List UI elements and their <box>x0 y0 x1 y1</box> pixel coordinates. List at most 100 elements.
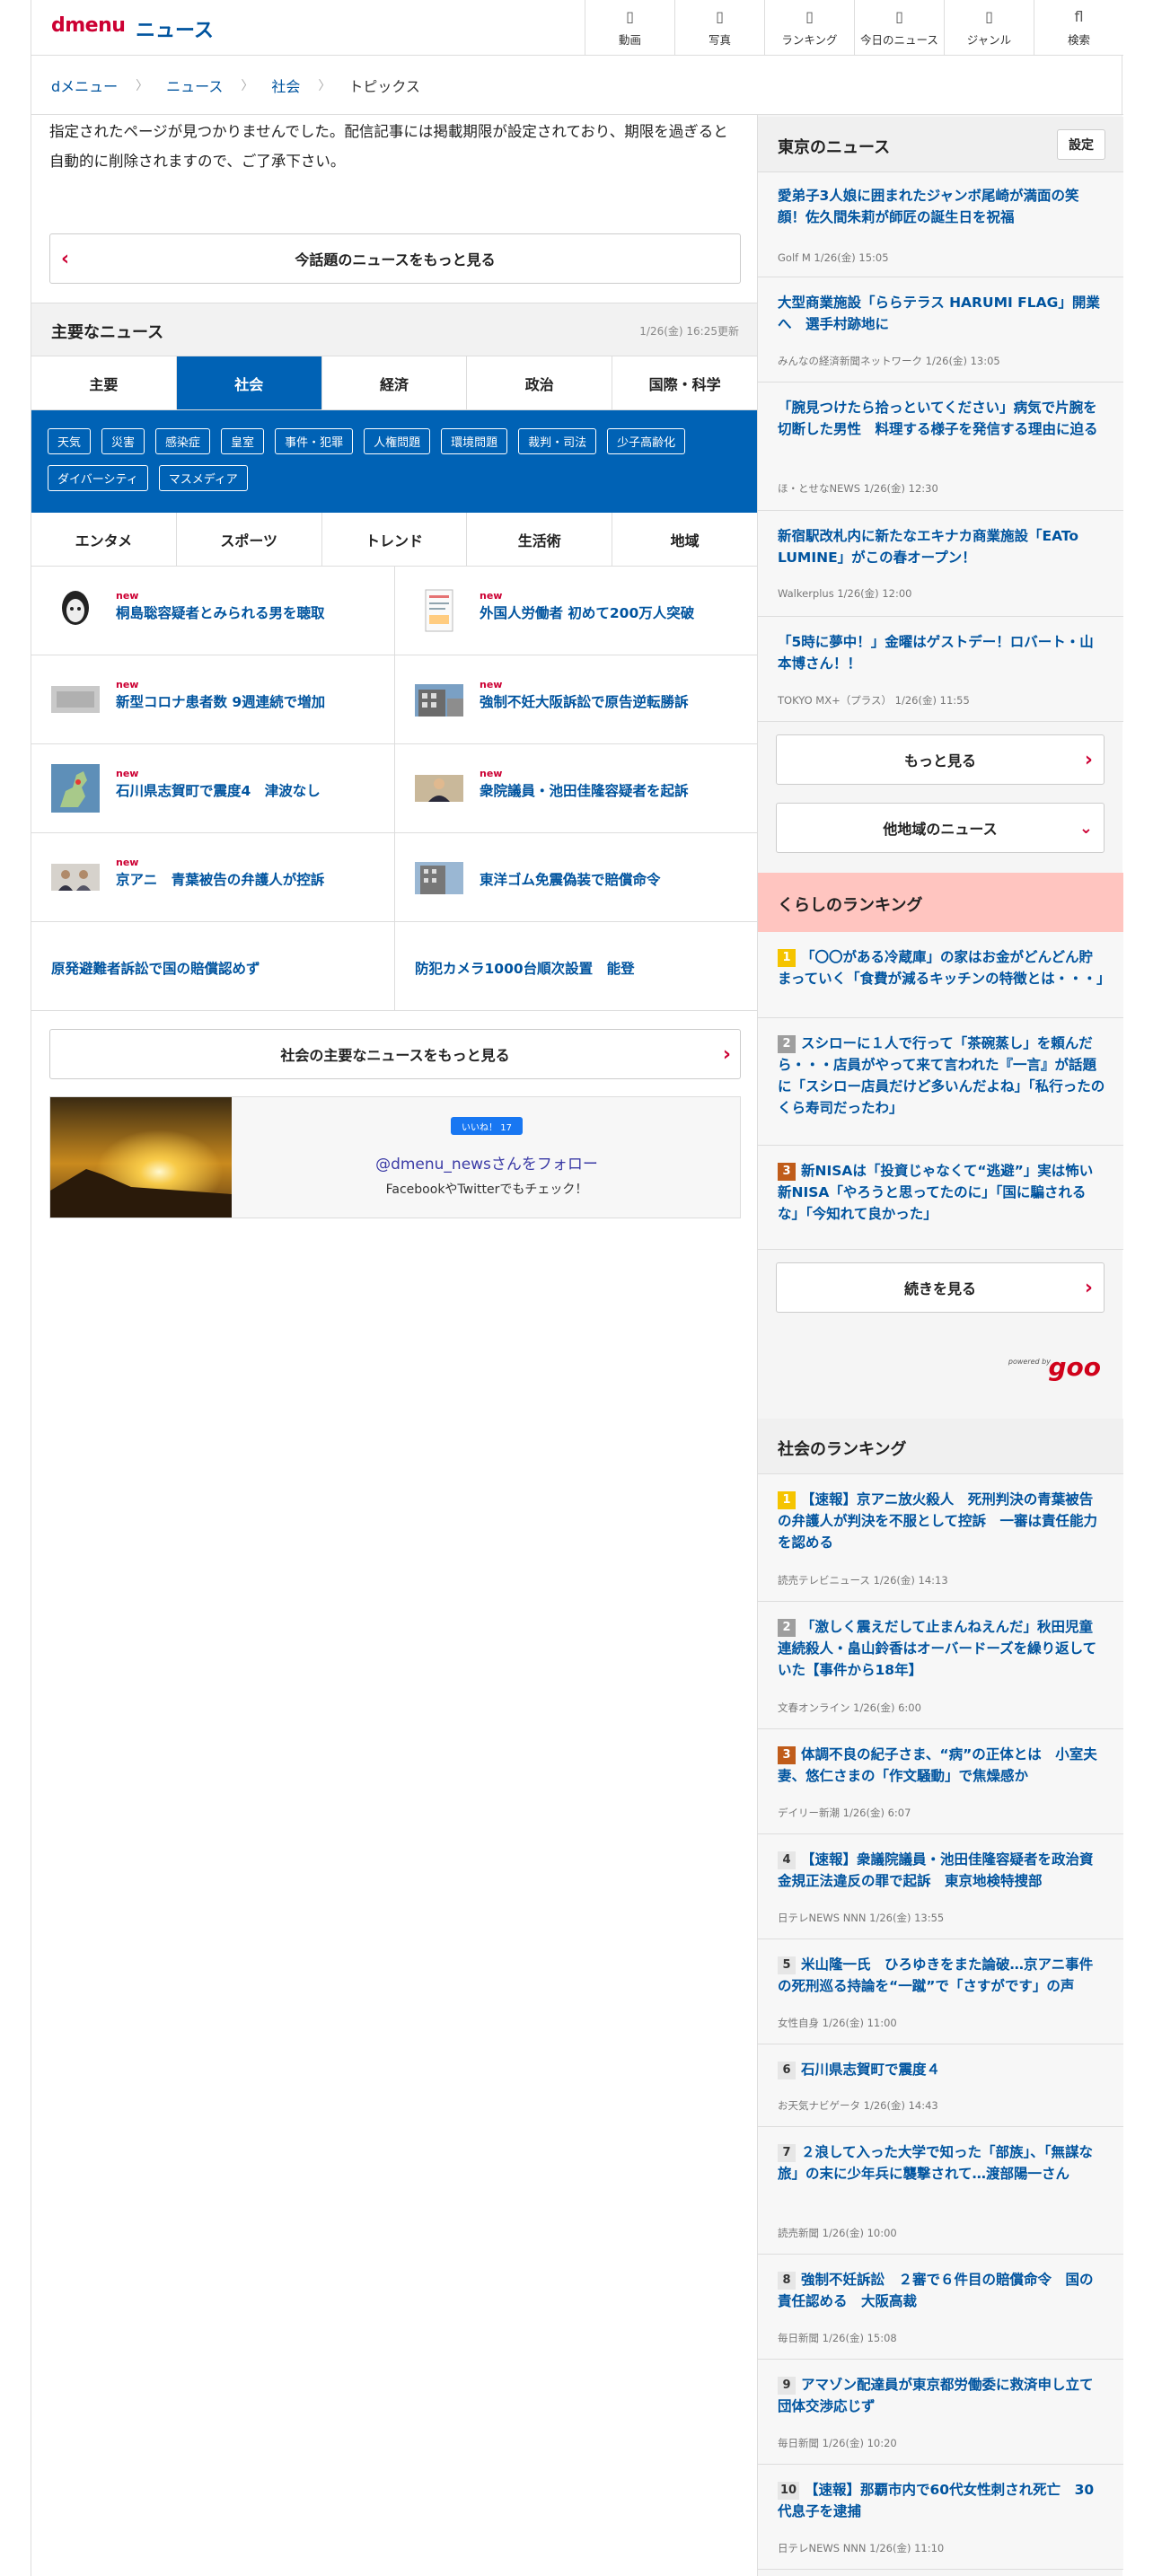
tab-politics[interactable]: 政治 <box>467 356 613 409</box>
rank-badge: 3 <box>778 1746 796 1764</box>
tokyo-news-item[interactable]: 大型商業施設「ららテラス HARUMI FLAG」開業へ 選手村跡地に みんなの… <box>758 277 1123 382</box>
tab-trend[interactable]: トレンド <box>321 513 468 566</box>
society-ranking-item[interactable]: 10 【速報】那覇市内で60代女性刺され死亡 30代息子を逮捕 日テレNEWS N… <box>758 2465 1123 2570</box>
kurashi-ranking-title: くらしのランキング <box>778 896 923 915</box>
building-thumb <box>415 862 463 894</box>
news-item[interactable]: new 外国人労働者 初めて200万人突破 <box>394 567 757 655</box>
news-source: 毎日新聞 1/26(金) 15:08 <box>778 2332 897 2344</box>
news-item[interactable]: new 桐島聡容疑者とみられる男を聴取 <box>31 567 394 655</box>
kurashi-ranking-item[interactable]: 2 スシローに１人で行って「茶碗蒸し」を頼んだら・・・店員がやって来て言われた『一… <box>758 1018 1123 1146</box>
tag-infection[interactable]: 感染症 <box>155 428 211 454</box>
rank-badge: 6 <box>778 2062 796 2079</box>
society-ranking-item[interactable]: 2 「激しく震えだして止まんねえんだ」秋田児童連続殺人・畠山鈴香はオーバードーズを… <box>758 1602 1123 1729</box>
ranking-headline: 5 米山隆一氏 ひろゆきをまた論破…京アニ事件の死刑巡る持論を“一蹴”で「さすがで… <box>778 1956 1094 1994</box>
new-badge: new <box>480 768 503 779</box>
people-thumb <box>51 864 100 891</box>
updated-time: 1/26(金) 16:25更新 <box>639 325 739 338</box>
news-headline: 衆院議員・池田佳隆容疑者を起訴 <box>480 783 689 799</box>
society-ranking-item[interactable]: 5 米山隆一氏 ひろゆきをまた論破…京アニ事件の死刑巡る持論を“一蹴”で「さすがで… <box>758 1939 1123 2044</box>
society-ranking-item[interactable]: 6 石川県志賀町で震度４ お天気ナビゲータ 1/26(金) 14:43 <box>758 2044 1123 2127</box>
tokyo-news-item[interactable]: 「5時に夢中！」金曜はゲストデー！ロバート・山本博さん！！ TOKYO MX+（… <box>758 617 1123 722</box>
tokyo-news-item[interactable]: 新宿駅改札内に新たなエキナカ商業施設「EATo LUMINE」がこの春オープン！… <box>758 511 1123 617</box>
rank-badge: 8 <box>778 2272 796 2290</box>
ranking-headline: 8 強制不妊訴訟 ２審で６件目の賠償命令 国の責任認める 大阪高裁 <box>778 2272 1094 2309</box>
follow-account-link[interactable]: @dmenu_newsさんをフォロー <box>232 1151 742 1174</box>
nav-video[interactable]: ▯ 動画 <box>585 0 674 56</box>
topics-more-button[interactable]: ‹ 今話題のニュースをもっと見る <box>49 233 741 284</box>
kurashi-ranking-item[interactable]: 1 「〇〇がある冷蔵庫」の家はお金がどんどん貯まっていく「食費が減るキッチンの特徴… <box>758 932 1123 1018</box>
chevron-right-icon: › <box>722 1042 731 1066</box>
nav-genre[interactable]: ▯ ジャンル <box>944 0 1034 56</box>
tokyo-more-button[interactable]: もっと見る › <box>776 734 1105 785</box>
society-more-button[interactable]: 社会の主要なニュースをもっと見る › <box>49 1029 741 1079</box>
kurashi-ranking-item[interactable]: 3 新NISAは「投資じゃなくて“逃避”」実は怖い新NISA「やろうと思ってたのに… <box>758 1146 1123 1250</box>
rank-badge: 2 <box>778 1619 796 1637</box>
breadcrumb-news[interactable]: ニュース <box>166 75 223 96</box>
news-item[interactable]: new 石川県志賀町で震度4 津波なし <box>31 744 394 833</box>
society-ranking-item[interactable]: 7 ２浪して入った大学で知った「部族」、「無謀な旅」の末に少年兵に襲撃されて…渡部… <box>758 2127 1123 2255</box>
search-icon: fl <box>1074 7 1084 25</box>
tag-environment[interactable]: 環境問題 <box>441 428 508 454</box>
news-item[interactable]: new 京アニ 青葉被告の弁護人が控訴 <box>31 833 394 922</box>
logo-text: dmenu <box>51 14 126 37</box>
tag-mass-media[interactable]: マスメディア <box>158 465 248 491</box>
society-ranking-item[interactable]: 9 アマゾン配達員が東京都労働委に救済申し立て 団体交渉応じず 毎日新聞 1/26… <box>758 2360 1123 2465</box>
nav-label: 動画 <box>618 32 641 47</box>
news-item[interactable]: new 衆院議員・池田佳隆容疑者を起訴 <box>394 744 757 833</box>
goo-logo[interactable]: goo <box>1048 1352 1101 1382</box>
news-headline: 愛弟子3人娘に囲まれたジャンボ尾崎が満面の笑顔！佐久間朱莉が師匠の誕生日を祝福 <box>778 188 1079 225</box>
news-item[interactable]: new 新型コロナ患者数 9週連続で増加 <box>31 655 394 744</box>
nav-today[interactable]: ▯ 今日のニュース <box>854 0 944 56</box>
society-ranking-item[interactable]: 4 【速報】衆議院議員・池田佳隆容疑者を政治資金規正法違反の罪で起訴 東京地検特捜… <box>758 1834 1123 1939</box>
rank-badge: 10 <box>778 2482 799 2500</box>
tokyo-news-item[interactable]: 愛弟子3人娘に囲まれたジャンボ尾崎が満面の笑顔！佐久間朱莉が師匠の誕生日を祝福 … <box>758 172 1123 277</box>
chevron-right-icon: 〉 <box>318 78 331 93</box>
society-ranking-item[interactable]: 1 【速報】京アニ放火殺人 死刑判決の青葉被告の弁護人が判決を不服として控訴 一審… <box>758 1474 1123 1602</box>
news-source: 読売新聞 1/26(金) 10:00 <box>778 2227 897 2239</box>
tag-weather[interactable]: 天気 <box>48 428 92 454</box>
tab-international[interactable]: 国際・科学 <box>612 356 757 409</box>
breadcrumb-society[interactable]: 社会 <box>271 75 300 96</box>
news-headline: 東洋ゴム免震偽装で賠償命令 <box>480 872 661 888</box>
news-source: 読売テレビニュース 1/26(金) 14:13 <box>778 1574 948 1587</box>
settings-button[interactable]: 設定 <box>1057 129 1105 160</box>
page-frame: dmenu ニュース ▯ 動画 ▯ 写真 ▯ ランキング ▯ 今日のニュース ▯ ジャンル… <box>31 0 1123 2576</box>
breadcrumb-dmenu[interactable]: dメニュー <box>51 75 118 96</box>
nav-photo[interactable]: ▯ 写真 <box>674 0 764 56</box>
news-item[interactable]: 東洋ゴム免震偽装で賠償命令 <box>394 833 757 922</box>
gray-thumb <box>51 686 100 713</box>
tag-aging[interactable]: 少子高齢化 <box>607 428 686 454</box>
news-item[interactable]: 原発避難者訴訟で国の賠償認めず <box>31 922 394 1011</box>
rank-badge: 5 <box>778 1956 796 1974</box>
tab-society[interactable]: 社会 <box>176 356 322 409</box>
news-source: 女性自身 1/26(金) 11:00 <box>778 2017 897 2029</box>
society-ranking-item[interactable]: 8 強制不妊訴訟 ２審で６件目の賠償命令 国の責任認める 大阪高裁 毎日新聞 1/… <box>758 2255 1123 2360</box>
tag-disaster[interactable]: 災害 <box>101 428 145 454</box>
kurashi-ranking-header: くらしのランキング <box>758 873 1123 932</box>
tab-local[interactable]: 地域 <box>612 513 757 566</box>
society-ranking-item[interactable]: 3 体調不良の紀子さま、“病”の正体とは 小室夫妻、悠仁さまの「作文騒動」で焦燥感… <box>758 1729 1123 1834</box>
news-item[interactable]: new 強制不妊大阪訴訟で原告逆転勝訴 <box>394 655 757 744</box>
news-source: Golf M 1/26(金) 15:05 <box>778 251 889 264</box>
tab-entertainment[interactable]: エンタメ <box>31 513 177 566</box>
tag-justice[interactable]: 裁判・司法 <box>518 428 597 454</box>
news-headline: 新宿駅改札内に新たなエキナカ商業施設「EATo LUMINE」がこの春オープン！ <box>778 528 1079 566</box>
tab-economy[interactable]: 経済 <box>321 356 468 409</box>
tab-main[interactable]: 主要 <box>31 356 177 409</box>
other-region-button[interactable]: 他地域のニュース ⌄ <box>776 803 1105 853</box>
news-item[interactable]: 防犯カメラ1000台順次設置 能登 <box>394 922 757 1011</box>
tab-lifestyle[interactable]: 生活術 <box>467 513 613 566</box>
nav-ranking[interactable]: ▯ ランキング <box>764 0 854 56</box>
rank-badge: 1 <box>778 1491 796 1509</box>
tokyo-news-item[interactable]: 「腕見つけたら拾っといてください」病気で片腕を切断した男性 料理する様子を発信す… <box>758 382 1123 511</box>
tag-diversity[interactable]: ダイバーシティ <box>48 465 148 491</box>
tag-human-rights[interactable]: 人権問題 <box>364 428 431 454</box>
tag-imperial[interactable]: 皇室 <box>221 428 265 454</box>
tab-sports[interactable]: スポーツ <box>176 513 322 566</box>
tag-crime[interactable]: 事件・犯罪 <box>275 428 354 454</box>
dmenu-logo[interactable]: dmenu <box>51 14 126 37</box>
nav-search[interactable]: fl 検索 <box>1034 0 1123 56</box>
site-title[interactable]: ニュース <box>136 14 214 43</box>
facebook-like-button[interactable]: いいね！ 17 <box>451 1117 523 1135</box>
kurashi-more-button[interactable]: 続きを見る › <box>776 1262 1105 1313</box>
